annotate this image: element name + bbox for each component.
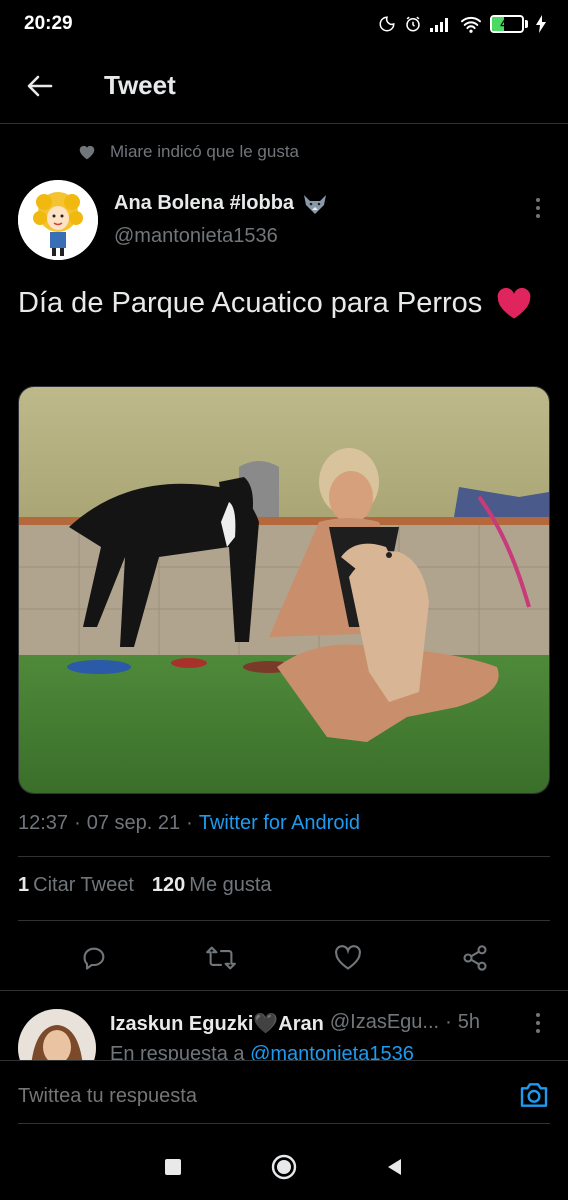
quote-tweets-count: 1 bbox=[18, 874, 30, 896]
author-handle[interactable]: @mantonieta1536 bbox=[114, 225, 328, 248]
reply-mention-link[interactable]: @mantonieta1536 bbox=[250, 1043, 414, 1060]
tweet-time: 12:37 bbox=[18, 812, 69, 834]
reply-author-name[interactable]: Izaskun Eguzki🖤Aran bbox=[110, 1011, 324, 1036]
system-back-button[interactable] bbox=[375, 1147, 415, 1187]
quote-tweets-stat[interactable]: 1 Citar Tweet bbox=[18, 874, 134, 897]
more-vertical-icon bbox=[536, 198, 540, 218]
home-icon bbox=[271, 1154, 297, 1180]
reply-icon bbox=[83, 947, 104, 970]
alarm-icon bbox=[406, 16, 420, 32]
reply-time: 5h bbox=[457, 1011, 481, 1033]
status-icons: 40 bbox=[378, 15, 546, 33]
status-bar: 20:29 40 bbox=[0, 0, 568, 48]
reply-more-button[interactable] bbox=[532, 1011, 544, 1035]
reply-author-handle: @IzasEgu... bbox=[329, 1011, 440, 1033]
author-name-row[interactable]: Ana Bolena #lobba bbox=[114, 192, 328, 215]
arrow-left-icon bbox=[27, 75, 53, 96]
status-time: 20:29 bbox=[24, 13, 73, 34]
camera-button[interactable] bbox=[518, 1079, 550, 1111]
battery-icon: 40 bbox=[490, 15, 528, 33]
reply-header: Izaskun Eguzki🖤Aran @IzasEgu... · 5h bbox=[110, 1011, 480, 1036]
wolf-icon bbox=[304, 194, 327, 214]
compose-bar bbox=[0, 1060, 568, 1134]
social-context-text: Miare indicó que le gusta bbox=[110, 142, 300, 161]
more-vertical-icon bbox=[536, 1013, 540, 1033]
retweet-button[interactable] bbox=[199, 936, 243, 980]
tweet-author: Ana Bolena #lobba @mantonieta1536 bbox=[18, 180, 550, 264]
reply-button[interactable] bbox=[72, 936, 116, 980]
likes-count: 120 bbox=[151, 874, 186, 896]
reply-separator: · bbox=[445, 1011, 452, 1033]
page-title: Tweet bbox=[104, 70, 176, 100]
meta-separator: · bbox=[186, 812, 193, 834]
charging-icon bbox=[536, 15, 546, 33]
likes-label: Me gusta bbox=[189, 874, 272, 896]
back-icon bbox=[387, 1159, 401, 1175]
tweet-actions bbox=[0, 936, 568, 980]
share-icon bbox=[462, 945, 487, 971]
social-context[interactable]: Miare indicó que le gusta bbox=[78, 142, 299, 162]
tweet-date: 07 sep. 21 bbox=[86, 812, 181, 834]
compose-underline bbox=[18, 1123, 550, 1124]
tweet-photo[interactable] bbox=[18, 386, 550, 794]
header: Tweet bbox=[0, 48, 568, 124]
tweet-source-link[interactable]: Twitter for Android bbox=[199, 812, 360, 835]
reply-tweet[interactable]: Izaskun Eguzki🖤Aran @IzasEgu... · 5h En … bbox=[0, 990, 568, 1060]
quote-tweets-label: Citar Tweet bbox=[33, 874, 134, 896]
tweet-text: Día de Parque Acuatico para Perros bbox=[18, 282, 548, 324]
divider bbox=[18, 856, 550, 857]
home-button[interactable] bbox=[264, 1147, 304, 1187]
retweet-icon bbox=[205, 946, 236, 970]
heart-icon bbox=[79, 145, 95, 160]
reply-context: En respuesta a @mantonieta1536 bbox=[110, 1043, 414, 1060]
avatar[interactable] bbox=[18, 180, 98, 260]
reply-avatar[interactable] bbox=[18, 1009, 96, 1060]
recents-button[interactable] bbox=[153, 1147, 193, 1187]
divider bbox=[18, 920, 550, 921]
battery-level: 40 bbox=[500, 17, 514, 31]
camera-icon bbox=[520, 1083, 548, 1107]
like-icon bbox=[334, 945, 361, 970]
wifi-icon bbox=[461, 16, 481, 33]
moon-icon bbox=[379, 16, 395, 32]
author-name: Ana Bolena #lobba bbox=[114, 192, 295, 214]
more-options-button[interactable] bbox=[532, 194, 544, 222]
likes-stat[interactable]: 120 Me gusta bbox=[152, 874, 272, 897]
like-button[interactable] bbox=[326, 936, 370, 980]
reply-prefix: En respuesta a bbox=[110, 1043, 245, 1060]
meta-separator: · bbox=[74, 812, 81, 834]
share-button[interactable] bbox=[453, 936, 497, 980]
signal-icon bbox=[430, 18, 448, 32]
system-nav-bar bbox=[0, 1134, 568, 1200]
back-button[interactable] bbox=[20, 66, 60, 106]
red-heart-icon bbox=[497, 288, 531, 319]
tweet-meta: 12:37 · 07 sep. 21 · Twitter for Android bbox=[18, 812, 360, 835]
tweet-stats: 1 Citar Tweet 120 Me gusta bbox=[18, 874, 272, 897]
tweet-text-content: Día de Parque Acuatico para Perros bbox=[18, 287, 483, 319]
reply-input[interactable] bbox=[18, 1085, 478, 1108]
recents-icon bbox=[165, 1159, 182, 1175]
